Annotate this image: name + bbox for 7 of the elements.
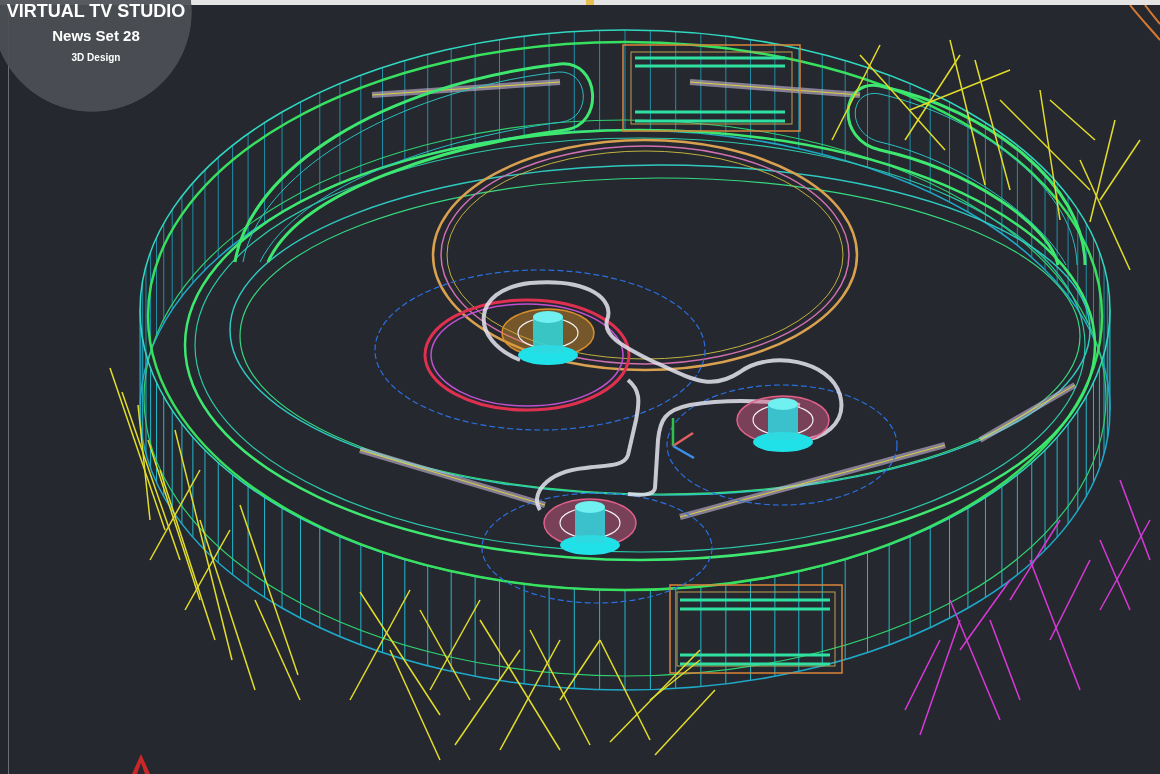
- badge-subtitle: News Set 28: [52, 27, 140, 45]
- badge-title: VIRTUAL TV STUDIO: [6, 1, 186, 21]
- logo-icon: [132, 754, 150, 774]
- file-icon: [586, 0, 594, 5]
- corner-arc: [1129, 5, 1160, 41]
- axes-icon: [671, 418, 695, 460]
- badge-caption: 3D Design: [71, 52, 121, 64]
